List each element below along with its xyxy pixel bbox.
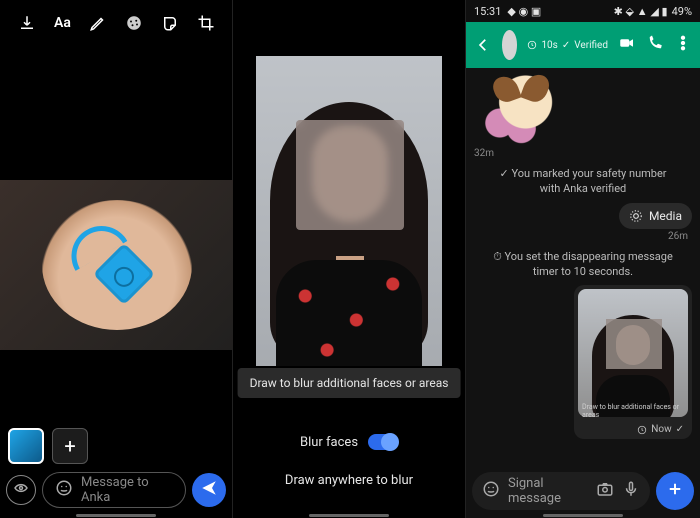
blur-canvas[interactable] — [256, 56, 442, 366]
media-chip-time: 26m — [478, 231, 688, 242]
message-placeholder: Signal message — [508, 476, 580, 506]
system-message-safety: ✓ You marked your safety number with Ank… — [488, 167, 678, 197]
editor-canvas[interactable] — [0, 180, 233, 350]
overflow-icon[interactable] — [674, 34, 692, 56]
verified-label: Verified — [574, 40, 608, 51]
message-time: 32m — [474, 148, 692, 159]
status-battery: 49% — [672, 5, 692, 18]
message-input[interactable]: Signal message — [472, 472, 650, 510]
blur-tool-screen: Draw to blur additional faces or areas B… — [233, 0, 466, 518]
media-thumbnail[interactable] — [8, 428, 44, 464]
draw-anywhere-row[interactable]: Draw anywhere to blur — [233, 473, 465, 488]
crop-icon[interactable] — [197, 14, 215, 32]
face-blur-region[interactable] — [296, 120, 404, 230]
media-editor-screen: Aa + — [0, 0, 233, 518]
sticker-icon[interactable] — [161, 14, 179, 32]
caption-input[interactable]: Message to Anka — [42, 472, 186, 508]
editor-composer: Message to Anka — [6, 470, 226, 510]
image-message-time: Now ✓ — [637, 424, 684, 435]
back-icon[interactable] — [474, 35, 492, 55]
blur-faces-row: Blur faces — [233, 434, 465, 450]
image-caption-preview: Draw to blur additional faces or areas — [582, 403, 692, 419]
pen-icon[interactable] — [89, 14, 107, 32]
editor-toolbar: Aa — [0, 0, 232, 46]
voice-call-icon[interactable] — [646, 34, 664, 56]
photo-content — [42, 200, 192, 330]
system-message-timer: ⏱ You set the disappearing message timer… — [488, 250, 678, 280]
save-icon[interactable] — [18, 14, 36, 32]
mic-icon[interactable] — [622, 480, 640, 502]
media-chip[interactable]: Media — [619, 203, 692, 229]
blur-faces-toggle[interactable] — [368, 434, 398, 450]
draw-anywhere-label: Draw anywhere to blur — [285, 473, 413, 488]
message-list[interactable]: 32m ✓ You marked your safety number with… — [466, 68, 700, 466]
text-tool-icon[interactable]: Aa — [54, 14, 71, 32]
view-once-toggle[interactable] — [6, 475, 36, 505]
avatar[interactable] — [502, 30, 517, 60]
blur-faces-label: Blur faces — [300, 435, 358, 450]
caption-placeholder: Message to Anka — [81, 475, 173, 505]
camera-icon[interactable] — [596, 480, 614, 502]
blur-icon[interactable] — [125, 14, 143, 32]
blur-hint-toast: Draw to blur additional faces or areas — [238, 368, 461, 398]
media-thumbnail-strip: + — [8, 428, 88, 464]
attach-button[interactable] — [656, 472, 694, 510]
video-call-icon[interactable] — [618, 34, 636, 56]
chat-title-block[interactable]: 10s ✓ Verified — [527, 40, 608, 51]
chat-composer: Signal message — [472, 470, 694, 512]
media-chip-label: Media — [649, 209, 682, 223]
send-button[interactable] — [192, 473, 226, 507]
add-media-button[interactable]: + — [52, 428, 88, 464]
android-status-bar: 15:31 ◆ ◉ ▣ ✱ ⬙ ▲ ◢ ▮ 49% — [466, 0, 700, 22]
disappearing-timer-label: 10s — [541, 40, 557, 51]
outgoing-image-message[interactable]: Draw to blur additional faces or areas N… — [574, 285, 692, 439]
emoji-icon[interactable] — [482, 480, 500, 502]
sticker-message[interactable] — [474, 74, 560, 144]
chat-header: 10s ✓ Verified — [466, 22, 700, 68]
status-time: 15:31 — [474, 5, 501, 18]
emoji-icon[interactable] — [55, 479, 73, 501]
chat-screen: 15:31 ◆ ◉ ▣ ✱ ⬙ ▲ ◢ ▮ 49% 10s ✓ Verified — [466, 0, 700, 518]
